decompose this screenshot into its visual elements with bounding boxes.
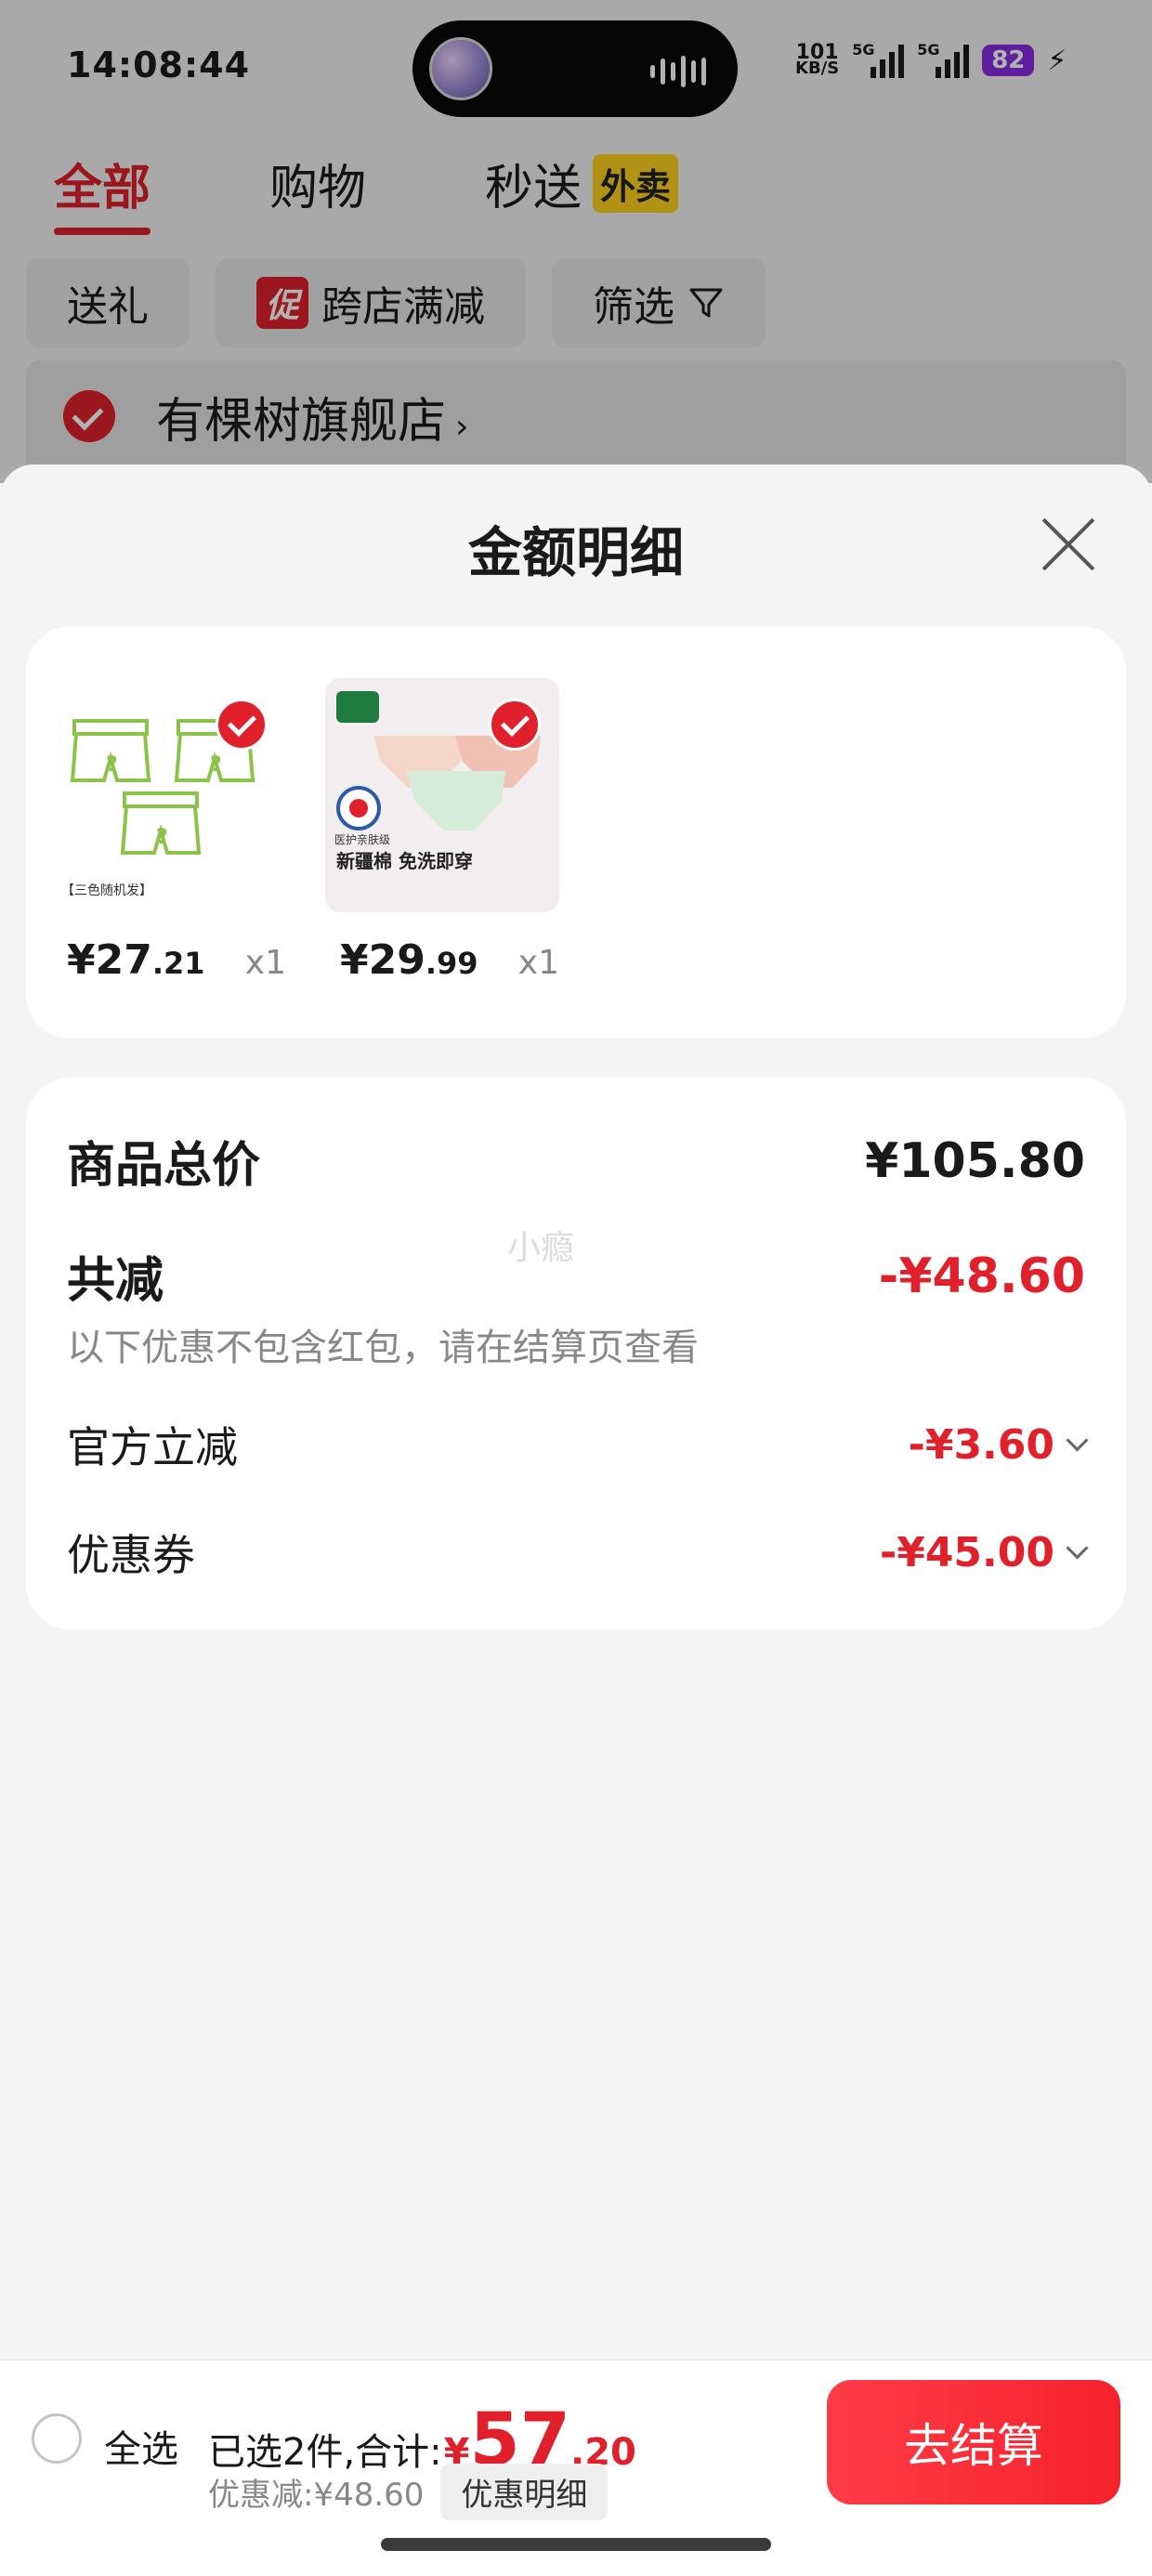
total-price-row: 商品总价 ¥105.80 — [67, 1126, 1085, 1196]
watermark: 小瘾 — [507, 1229, 575, 1267]
home-indicator[interactable] — [381, 2538, 771, 2551]
svg-text:?: ? — [106, 753, 118, 777]
close-button[interactable] — [1039, 515, 1098, 574]
total-reduce-label: 共减 — [67, 1253, 164, 1309]
sheet-title: 金额明细 — [467, 521, 684, 584]
product-item[interactable]: 医护亲肤级 新疆棉 免洗即穿 ¥29.99 x1 — [325, 678, 559, 984]
product-checkbox[interactable] — [489, 699, 541, 751]
image-badge: 医护亲肤级 — [334, 833, 391, 846]
product-quantity: x1 — [517, 944, 559, 982]
discount-note: 以下优惠不包含红包，请在结算页查看 — [67, 1327, 699, 1369]
product-price: ¥27.21 — [67, 936, 205, 984]
total-price-value: ¥105.80 — [865, 1132, 1085, 1189]
products-card: ??? 【三色随机发】 ¥27.21 x1 医护亲肤级 新疆棉 免洗即穿 ¥29… — [26, 626, 1126, 1039]
official-discount-value: -¥3.60 — [909, 1421, 1089, 1469]
discount-line: 优惠减:¥48.60 优惠明细 — [208, 2464, 609, 2520]
product-item[interactable]: ??? 【三色随机发】 ¥27.21 x1 — [52, 678, 286, 984]
product-checkbox[interactable] — [216, 699, 268, 751]
official-discount-row[interactable]: 官方立减 -¥3.60 — [67, 1414, 1089, 1475]
select-all-checkbox[interactable] — [32, 2413, 82, 2464]
product-price: ¥29.99 — [340, 936, 478, 984]
product-image: ??? 【三色随机发】 — [52, 678, 286, 912]
dim-overlay[interactable] — [0, 0, 1152, 483]
total-reduce-value: -¥48.60 — [878, 1248, 1085, 1304]
checkout-button[interactable]: 去结算 — [827, 2380, 1120, 2504]
chevron-down-icon — [1066, 1428, 1089, 1452]
total-reduce-row: 共减 -¥48.60 — [67, 1241, 1085, 1311]
product-quantity: x1 — [244, 944, 286, 982]
select-all-label[interactable]: 全选 — [104, 2419, 178, 2473]
image-caption: 【三色随机发】 — [61, 883, 152, 898]
svg-text:?: ? — [156, 826, 168, 849]
price-summary-card: 商品总价 ¥105.80 共减 -¥48.60 以下优惠不包含红包，请在结算页查… — [26, 1078, 1126, 1629]
image-caption: 新疆棉 免洗即穿 — [336, 850, 473, 872]
product-image: 医护亲肤级 新疆棉 免洗即穿 — [325, 678, 559, 912]
svg-text:?: ? — [210, 753, 222, 777]
total-price-label: 商品总价 — [67, 1138, 261, 1194]
coupon-label: 优惠券 — [67, 1530, 195, 1580]
discount-amount: 优惠减:¥48.60 — [208, 2477, 425, 2514]
coupon-row[interactable]: 优惠券 -¥45.00 — [67, 1522, 1089, 1583]
coupon-value: -¥45.00 — [880, 1529, 1089, 1576]
discount-detail-button[interactable]: 优惠明细 — [440, 2464, 609, 2520]
chevron-down-icon — [1066, 1536, 1089, 1560]
official-discount-label: 官方立减 — [67, 1422, 238, 1472]
